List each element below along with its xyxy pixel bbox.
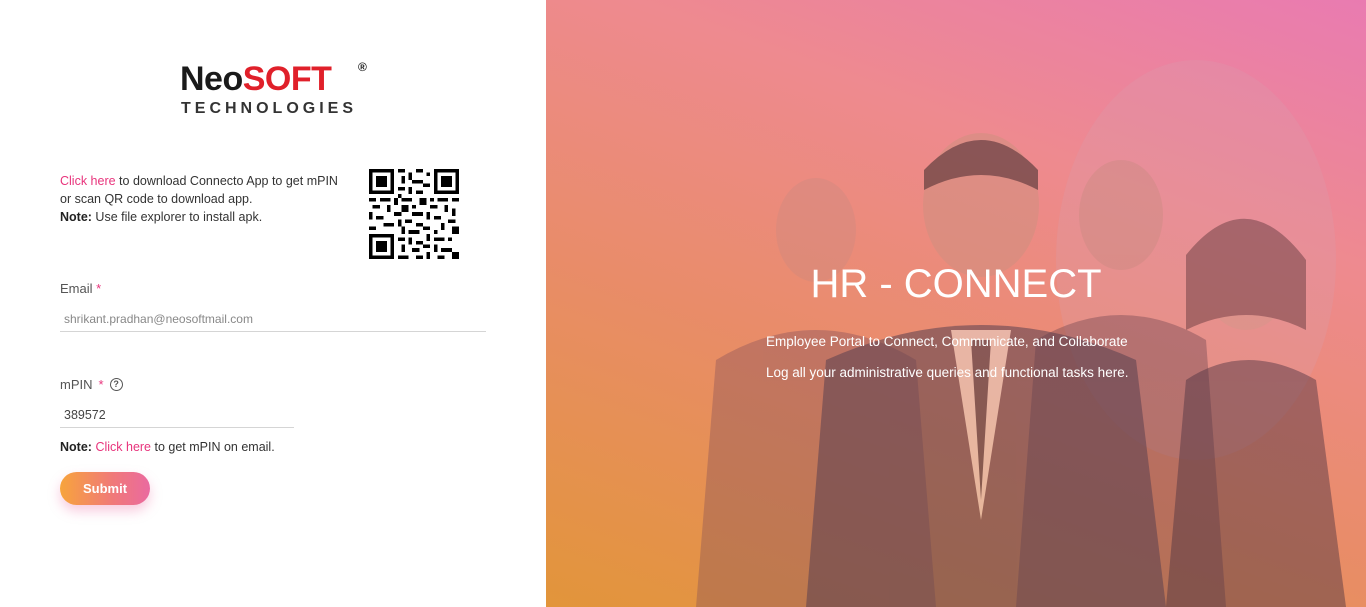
email-label: Email * <box>60 281 101 296</box>
hero-panel: HR - CONNECT Employee Portal to Connect,… <box>546 0 1366 607</box>
neosoft-logo: NeoSOFT ® TECHNOLOGIES <box>180 60 380 120</box>
mpin-label: mPIN * ? <box>60 377 123 392</box>
question-circle-icon[interactable]: ? <box>109 378 123 391</box>
mpin-note: Note: Click here to get mPIN on email. <box>60 440 275 454</box>
submit-button[interactable]: Submit <box>60 472 150 505</box>
email-mpin-link[interactable]: Click here <box>95 440 151 454</box>
mpin-note-text: to get mPIN on email. <box>151 440 275 454</box>
hero-title: HR - CONNECT <box>810 262 1102 306</box>
qr-code-icon <box>369 169 459 259</box>
required-mark: * <box>98 377 104 392</box>
logo-subtitle: TECHNOLOGIES <box>181 100 358 117</box>
hero-tagline: Employee Portal to Connect, Communicate,… <box>766 334 1128 349</box>
email-field[interactable] <box>60 306 486 332</box>
note-label: Note: <box>60 210 92 224</box>
mpin-field[interactable] <box>60 402 294 428</box>
registered-mark: ® <box>358 60 367 74</box>
note-text: Use file explorer to install apk. <box>91 210 263 224</box>
email-label-text: Email <box>60 281 93 296</box>
hero-description: Log all your administrative queries and … <box>766 365 1129 380</box>
login-panel: NeoSOFT ® TECHNOLOGIES Click here to dow… <box>0 0 546 607</box>
mpin-note-label: Note: <box>60 440 92 454</box>
download-app-link[interactable]: Click here <box>60 174 116 188</box>
logo-soft-text: SOFT <box>242 60 332 98</box>
mpin-label-text: mPIN <box>60 377 93 392</box>
logo-neo-text: Neo <box>180 60 243 98</box>
download-instructions: Click here to download Connecto App to g… <box>60 172 345 226</box>
required-mark: * <box>96 281 102 296</box>
